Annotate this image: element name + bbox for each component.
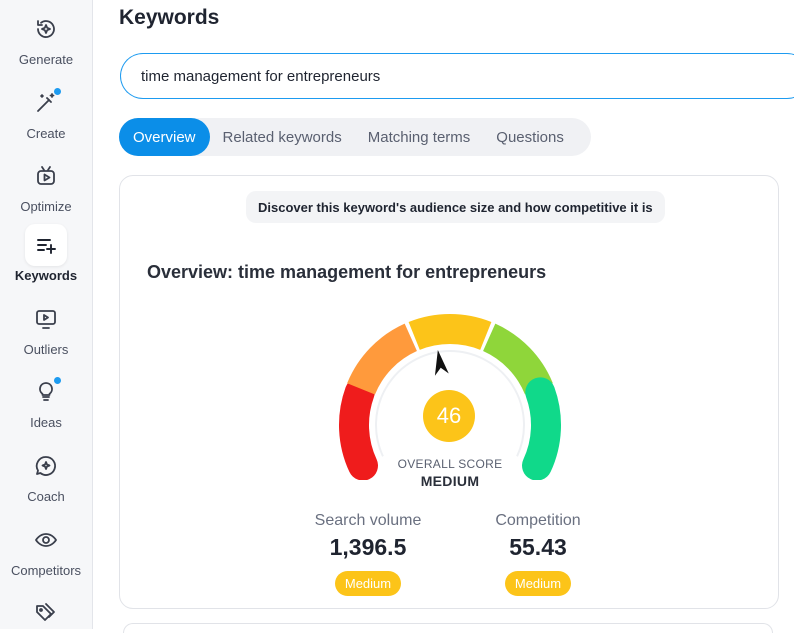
lightbulb-icon	[39, 382, 53, 401]
sidebar-item-label: Keywords	[14, 268, 78, 283]
sidebar-item-create[interactable]: Create	[0, 82, 92, 141]
sidebar-item-label: Generate	[18, 52, 74, 67]
sidebar-item-optimize[interactable]: Optimize	[0, 155, 92, 214]
overall-score-value: 46	[423, 390, 475, 442]
info-hint: Discover this keyword's audience size an…	[246, 191, 665, 223]
tags-icon	[36, 603, 55, 621]
sidebar-item-label: Outliers	[23, 342, 69, 357]
monitor-play-icon	[36, 310, 56, 329]
notification-dot	[54, 88, 61, 95]
sidebar-item-outliers[interactable]: Outliers	[0, 298, 92, 357]
sidebar-item-coach[interactable]: Coach	[0, 445, 92, 504]
main-content: Keywords Overview Related keywords Match…	[93, 0, 794, 633]
competition-metric: Competition 55.43 Medium	[448, 512, 628, 596]
sparkle-icon	[37, 20, 55, 38]
gauge-segment-orange	[347, 323, 418, 396]
gauge-needle	[434, 349, 449, 376]
sidebar: Generate Create Optimize Keywords Outlie…	[0, 0, 93, 629]
eye-icon	[35, 533, 57, 547]
competition-value: 55.43	[509, 534, 567, 560]
sidebar-item-tags[interactable]	[0, 592, 92, 634]
gauge-segment-green	[522, 377, 561, 480]
tab-matching-terms[interactable]: Matching terms	[355, 118, 484, 156]
competition-label: Competition	[495, 512, 581, 529]
sidebar-item-ideas[interactable]: Ideas	[0, 371, 92, 430]
sidebar-item-keywords[interactable]: Keywords	[0, 224, 92, 283]
chat-sparkle-icon	[35, 456, 56, 476]
sidebar-item-generate[interactable]: Generate	[0, 8, 92, 67]
gauge-segment-red	[339, 377, 378, 480]
magic-wand-icon	[37, 93, 55, 112]
tab-bar: Overview Related keywords Matching terms…	[119, 118, 591, 156]
sidebar-item-label: Optimize	[20, 199, 72, 214]
search-volume-metric: Search volume 1,396.5 Medium	[278, 512, 458, 596]
keyword-search-input[interactable]	[120, 53, 794, 99]
search-volume-badge: Medium	[334, 571, 402, 596]
sidebar-item-label: Competitors	[10, 563, 82, 578]
page-title: Keywords	[119, 6, 220, 29]
competition-badge: Medium	[504, 571, 572, 596]
search-volume-label: Search volume	[314, 512, 422, 529]
tab-overview[interactable]: Overview	[119, 118, 210, 156]
search-volume-value: 1,396.5	[329, 534, 407, 560]
tab-related-keywords[interactable]: Related keywords	[210, 118, 355, 156]
overall-score-level: MEDIUM	[420, 473, 480, 489]
notification-dot	[54, 377, 61, 384]
sidebar-item-label: Create	[26, 126, 66, 141]
gauge-segment-yellow	[408, 314, 492, 351]
sidebar-item-label: Ideas	[30, 415, 62, 430]
next-card-edge	[123, 623, 773, 633]
overall-score-label: OVERALL SCORE	[397, 457, 503, 471]
sidebar-item-label: Coach	[27, 489, 65, 504]
overview-title: Overview: time management for entreprene…	[147, 262, 547, 282]
tab-questions[interactable]: Questions	[483, 118, 577, 156]
sidebar-item-competitors[interactable]: Competitors	[0, 519, 92, 578]
video-optimize-icon	[37, 166, 55, 185]
overview-card: Discover this keyword's audience size an…	[119, 175, 779, 609]
keywords-list-icon	[37, 239, 56, 254]
